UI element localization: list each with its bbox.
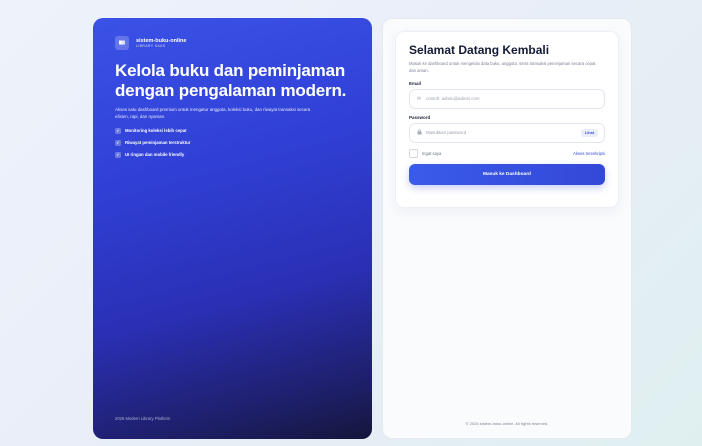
email-placeholder: contoh: admin@admin.com bbox=[426, 96, 480, 102]
password-field[interactable]: Masukkan password Lihat bbox=[409, 122, 605, 143]
email-field[interactable]: ✉ contoh: admin@admin.com bbox=[409, 88, 605, 109]
login-card: Selamat Datang Kembali Masuk ke dashboar… bbox=[395, 31, 619, 208]
remember-checkbox[interactable] bbox=[409, 148, 418, 158]
options-row: Ingat saya Akses terenkripsi bbox=[409, 148, 605, 158]
feature-item: ✓ Monitoring koleksi lebih cepat bbox=[115, 127, 350, 134]
login-description: Masuk ke dashboard untuk mengelola data … bbox=[409, 61, 596, 74]
hero-headline: Kelola buku dan peminjaman dengan pengal… bbox=[115, 61, 347, 100]
feature-item: ✓ UI ringan dan mobile friendly bbox=[115, 151, 350, 158]
brand: sistem-buku-online LIBRARY SAAS bbox=[115, 36, 350, 50]
email-label: Email bbox=[409, 80, 422, 86]
feature-label: Monitoring koleksi lebih cepat bbox=[125, 128, 187, 134]
feature-item: ✓ Riwayat peminjaman terstruktur bbox=[115, 139, 350, 146]
show-password-button[interactable]: Lihat bbox=[580, 128, 598, 137]
book-icon bbox=[115, 36, 129, 50]
remember-me[interactable]: Ingat saya bbox=[409, 148, 442, 158]
remember-label: Ingat saya bbox=[422, 150, 442, 156]
mail-icon: ✉ bbox=[416, 95, 422, 102]
feature-label: Riwayat peminjaman terstruktur bbox=[125, 140, 191, 146]
password-label: Password bbox=[409, 114, 431, 120]
feature-list: ✓ Monitoring koleksi lebih cepat ✓ Riway… bbox=[115, 127, 350, 158]
password-placeholder: Masukkan password bbox=[426, 130, 467, 136]
copyright: © 2026 sistem-buku-online. All rights re… bbox=[465, 421, 549, 426]
hero-footer: 2026 Modern Library Platform bbox=[115, 416, 171, 421]
login-title: Selamat Datang Kembali bbox=[409, 43, 550, 57]
hero-panel: sistem-buku-online LIBRARY SAAS Kelola b… bbox=[93, 18, 372, 439]
feature-label: UI ringan dan mobile friendly bbox=[125, 152, 185, 158]
hero-description: Akses satu dashboard premium untuk menga… bbox=[115, 107, 311, 120]
encrypted-access-link[interactable]: Akses terenkripsi bbox=[573, 151, 605, 156]
check-icon: ✓ bbox=[115, 127, 121, 134]
brand-subtitle: LIBRARY SAAS bbox=[136, 44, 166, 49]
lock-icon bbox=[416, 129, 422, 137]
login-button[interactable]: Masuk ke Dashboard bbox=[409, 163, 605, 185]
check-icon: ✓ bbox=[115, 151, 121, 158]
check-icon: ✓ bbox=[115, 139, 121, 146]
